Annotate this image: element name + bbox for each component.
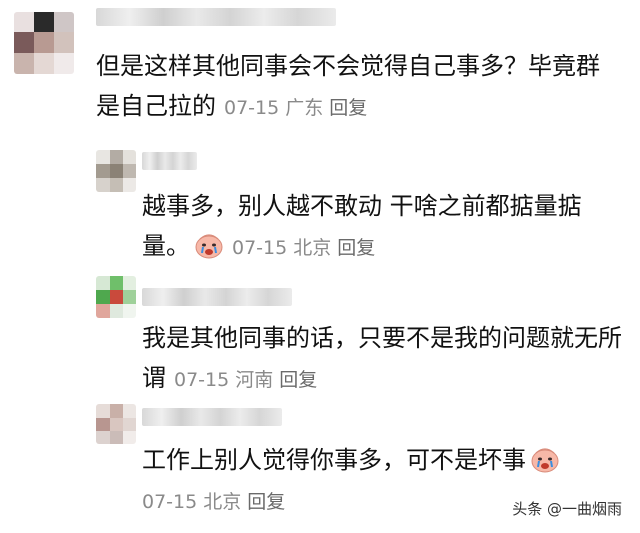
reply-button[interactable]: 回复 xyxy=(279,369,317,391)
reply-button[interactable]: 回复 xyxy=(247,491,285,513)
watermark: 头条 @一曲烟雨 xyxy=(512,500,622,518)
comment-location: 北京 xyxy=(293,237,332,259)
comment-meta: 07-15 广东 回复 xyxy=(224,97,373,119)
comment-meta-row: 07-15 北京 回复 xyxy=(134,480,534,522)
comment-location: 广东 xyxy=(285,97,324,119)
comment-text: 越事多，别人越不敢动 干啥之前都掂量掂量。 07-15 北京 回复 xyxy=(142,192,582,260)
comment-meta: 07-15 北京 回复 xyxy=(232,237,381,259)
comment-text: 工作上别人觉得你事多，可不是坏事 xyxy=(142,440,632,480)
reply-button[interactable]: 回复 xyxy=(337,237,375,259)
comment-date: 07-15 xyxy=(232,237,288,259)
comment-meta: 07-15 北京 回复 xyxy=(142,491,291,513)
comment-date: 07-15 xyxy=(224,97,280,119)
comment-date: 07-15 xyxy=(142,491,198,513)
avatar[interactable] xyxy=(96,276,136,318)
crying-face-emoji xyxy=(530,445,560,473)
username-blurred[interactable] xyxy=(142,152,197,170)
avatar[interactable] xyxy=(96,404,136,444)
username-blurred[interactable] xyxy=(142,288,292,306)
avatar[interactable] xyxy=(96,150,136,192)
comment-location: 河南 xyxy=(235,369,274,391)
username-blurred[interactable] xyxy=(142,408,282,426)
comment-text: 但是这样其他同事会不会觉得自己事多？毕竟群是自己拉的 07-15 广东 回复 xyxy=(96,52,600,120)
avatar[interactable] xyxy=(14,12,74,74)
reply-button[interactable]: 回复 xyxy=(329,97,367,119)
comment-location: 北京 xyxy=(203,491,242,513)
comment-text: 我是其他同事的话，只要不是我的问题就无所谓 07-15 河南 回复 xyxy=(142,324,622,392)
comment-date: 07-15 xyxy=(174,369,230,391)
comment-meta: 07-15 河南 回复 xyxy=(174,369,323,391)
crying-face-emoji xyxy=(194,231,224,259)
username-blurred[interactable] xyxy=(96,8,336,26)
